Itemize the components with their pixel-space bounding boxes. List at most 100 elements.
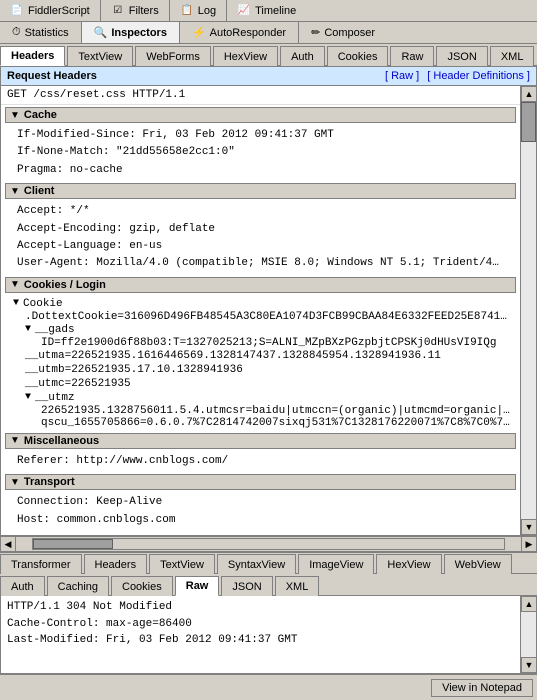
timeline-icon: 📈: [237, 4, 251, 18]
tab-textview[interactable]: TextView: [67, 46, 133, 66]
hscroll-right[interactable]: ▶: [521, 536, 537, 552]
group-misc: ▼ Miscellaneous Referer: http://www.cnbl…: [1, 433, 520, 472]
group-cache-header[interactable]: ▼ Cache: [5, 107, 516, 123]
tab-hexview[interactable]: HexView: [213, 46, 278, 66]
group-cache-label: Cache: [24, 109, 57, 121]
btab2-cookies[interactable]: Cookies: [111, 576, 173, 596]
filter-icon: ☑: [111, 4, 125, 18]
tab-xml[interactable]: XML: [490, 46, 535, 66]
script-icon: 📄: [10, 4, 24, 18]
vscroll-thumb[interactable]: [521, 102, 536, 142]
bar-autoresponder[interactable]: ⚡ AutoResponder: [180, 22, 299, 43]
btab2-auth[interactable]: Auth: [0, 576, 45, 596]
raw-link[interactable]: [ Raw ]: [385, 70, 419, 82]
cache-toggle: ▼: [10, 110, 20, 121]
cookie-dottext-header[interactable]: ▼ Cookie: [9, 297, 512, 311]
cache-line-2: If-None-Match: "21dd55658e2cc1:0": [17, 144, 504, 161]
btab2-json[interactable]: JSON: [221, 576, 272, 596]
tab-json[interactable]: JSON: [436, 46, 487, 66]
utmz-value1: 226521935.1328756011.5.4.utmcsr=baidu|ut…: [9, 405, 512, 417]
btab-hexview[interactable]: HexView: [376, 554, 441, 574]
tab-headers-label: Headers: [11, 50, 54, 62]
tab-headers[interactable]: Headers: [0, 46, 65, 66]
request-headers-title: Request Headers: [7, 70, 97, 82]
cookies-login-toggle: ▼: [10, 279, 20, 290]
tab-xml-label: XML: [501, 51, 524, 63]
cookies-login-content: ▼ Cookie .DottextCookie=316096D496FB4854…: [1, 295, 520, 431]
tab-raw-label: Raw: [401, 51, 423, 63]
transport-line-2: Host: common.cnblogs.com: [17, 512, 504, 529]
hscroll-thumb[interactable]: [33, 539, 113, 549]
tab-raw[interactable]: Raw: [390, 46, 434, 66]
menu-fiddlerscript-label: FiddlerScript: [28, 5, 90, 17]
header-definitions-link[interactable]: [ Header Definitions ]: [427, 70, 530, 82]
notepad-button[interactable]: View in Notepad: [431, 679, 533, 697]
gads-value: ID=ff2e1900d6f88b03:T=1327025213;S=ALNI_…: [9, 337, 512, 349]
bar-inspectors[interactable]: 🔍 Inspectors: [82, 22, 180, 43]
menu-log-label: Log: [198, 5, 216, 17]
bar-statistics[interactable]: ⏱ Statistics: [0, 22, 82, 43]
vscroll-track[interactable]: [521, 102, 536, 519]
compose-icon: ✏: [311, 26, 320, 39]
btab-textview[interactable]: TextView: [149, 554, 215, 574]
vscroll-down[interactable]: ▼: [521, 519, 537, 535]
misc-toggle: ▼: [10, 435, 20, 446]
gads-label: __gads: [35, 324, 75, 336]
group-transport: ▼ Transport Connection: Keep-Alive Host:…: [1, 474, 520, 531]
bottom-line-2: Cache-Control: max-age=86400: [7, 616, 514, 633]
btab-imageview[interactable]: ImageView: [298, 554, 374, 574]
btab-syntaxview[interactable]: SyntaxView: [217, 554, 296, 574]
menu-fiddlerscript[interactable]: 📄 FiddlerScript: [0, 0, 101, 21]
bar-inspectors-label: Inspectors: [111, 27, 167, 39]
cookie-gads-header[interactable]: ▼ __gads: [9, 323, 512, 337]
group-cookies-login-label: Cookies / Login: [24, 279, 106, 291]
misc-line-1: Referer: http://www.cnblogs.com/: [17, 453, 504, 470]
tab-cookies-label: Cookies: [338, 51, 378, 63]
tab-webforms[interactable]: WebForms: [135, 46, 211, 66]
vscroll-up[interactable]: ▲: [521, 86, 537, 102]
btab2-auth-label: Auth: [11, 581, 34, 593]
utma-line: __utma=226521935.1616446569.1328147437.1…: [9, 349, 512, 363]
client-line-2: Accept-Encoding: gzip, deflate: [17, 221, 504, 238]
btab-imageview-label: ImageView: [309, 559, 363, 571]
bottom-vscroll-down[interactable]: ▼: [521, 657, 537, 673]
btab-textview-label: TextView: [160, 559, 204, 571]
cache-line-3: Pragma: no-cache: [17, 162, 504, 179]
menu-timeline[interactable]: 📈 Timeline: [227, 0, 306, 21]
hscroll-track[interactable]: [32, 538, 505, 550]
tab-cookies[interactable]: Cookies: [327, 46, 389, 66]
btab2-caching[interactable]: Caching: [47, 576, 109, 596]
bottom-content-wrapper: HTTP/1.1 304 Not Modified Cache-Control:…: [0, 596, 537, 674]
bar-composer[interactable]: ✏ Composer: [299, 22, 387, 43]
tab-auth-label: Auth: [291, 51, 314, 63]
btab-headers[interactable]: Headers: [84, 554, 148, 574]
cookie-utmz-header[interactable]: ▼ __utmz: [9, 391, 512, 405]
group-client-header[interactable]: ▼ Client: [5, 183, 516, 199]
group-cookies-login-header[interactable]: ▼ Cookies / Login: [5, 277, 516, 293]
client-toggle: ▼: [10, 186, 20, 197]
hscroll-left[interactable]: ◀: [0, 536, 16, 552]
menu-filters[interactable]: ☑ Filters: [101, 0, 170, 21]
bottom-tabbar-1: Transformer Headers TextView SyntaxView …: [0, 552, 537, 574]
cookie-dottext-value: .DottextCookie=316096D496FB48545A3C80EA1…: [9, 311, 512, 323]
group-misc-header[interactable]: ▼ Miscellaneous: [5, 433, 516, 449]
main-hscrollbar[interactable]: ◀ ▶: [0, 536, 537, 552]
bottom-vscroll-up[interactable]: ▲: [521, 596, 537, 612]
bottom-content: HTTP/1.1 304 Not Modified Cache-Control:…: [1, 596, 520, 673]
btab2-raw[interactable]: Raw: [175, 576, 220, 596]
utmz-label: __utmz: [35, 392, 75, 404]
btab2-xml[interactable]: XML: [275, 576, 320, 596]
main-vscrollbar[interactable]: ▲ ▼: [520, 86, 536, 535]
cookie-dottext-toggle: ▼: [13, 298, 19, 309]
menu-log[interactable]: 📋 Log: [170, 0, 227, 21]
client-line-3: Accept-Language: en-us: [17, 238, 504, 255]
btab-webview[interactable]: WebView: [444, 554, 512, 574]
inspect-icon: 🔍: [94, 26, 108, 39]
bottom-vscrollbar[interactable]: ▲ ▼: [520, 596, 536, 673]
bottom-vscroll-track[interactable]: [521, 612, 536, 657]
group-transport-header[interactable]: ▼ Transport: [5, 474, 516, 490]
tab-auth[interactable]: Auth: [280, 46, 325, 66]
btab-transformer[interactable]: Transformer: [0, 554, 82, 574]
transport-line-1: Connection: Keep-Alive: [17, 494, 504, 511]
btab-syntaxview-label: SyntaxView: [228, 559, 285, 571]
